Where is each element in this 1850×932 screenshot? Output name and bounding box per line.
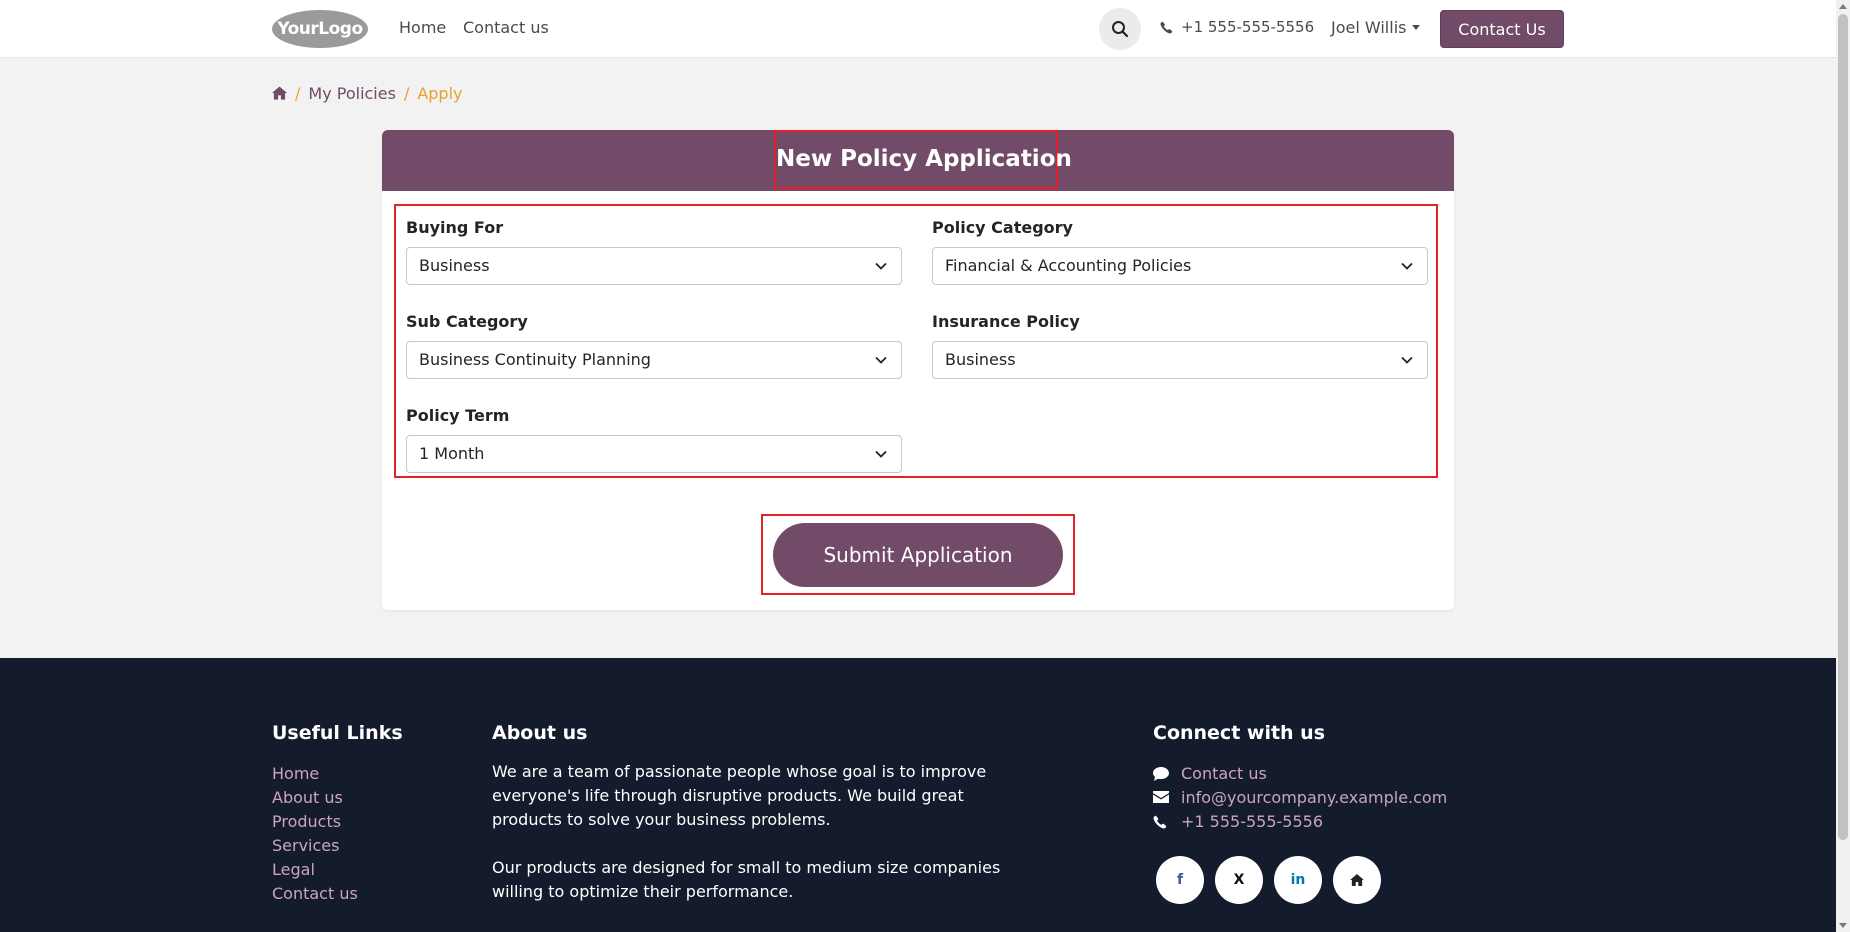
about-text-line: willing to optimize their performance. <box>492 882 794 901</box>
policy-term-select[interactable]: 1 Month <box>406 435 902 473</box>
x-twitter-button[interactable]: X <box>1215 856 1263 904</box>
linkedin-button[interactable]: in <box>1274 856 1322 904</box>
insurance-policy-select[interactable]: Business <box>932 341 1428 379</box>
buying-for-label: Buying For <box>406 218 504 237</box>
user-name: Joel Willis <box>1331 18 1407 37</box>
search-button[interactable] <box>1099 8 1141 50</box>
connect-heading: Connect with us <box>1153 722 1326 744</box>
caret-down-icon <box>1412 25 1421 30</box>
sub-category-select[interactable]: Business Continuity Planning <box>406 341 902 379</box>
policy-term-label: Policy Term <box>406 406 510 425</box>
submit-highlight: Submit Application <box>761 514 1075 595</box>
policy-category-select[interactable]: Financial & Accounting Policies <box>932 247 1428 285</box>
breadcrumb-my-policies[interactable]: My Policies <box>308 84 396 103</box>
footer-link-products[interactable]: Products <box>272 812 341 831</box>
facebook-button[interactable]: f <box>1156 856 1204 904</box>
comment-icon <box>1153 767 1169 781</box>
envelope-icon <box>1153 791 1169 803</box>
about-text-line: Our products are designed for small to m… <box>492 858 1001 877</box>
linkedin-icon: in <box>1290 872 1306 888</box>
nav-home-link[interactable]: Home <box>399 18 446 37</box>
breadcrumb: / My Policies / Apply <box>272 84 463 103</box>
scroll-down-arrow-icon[interactable] <box>1839 923 1847 928</box>
footer-link-home[interactable]: Home <box>272 764 319 783</box>
useful-links-heading: Useful Links <box>272 722 403 744</box>
footer-contact-link[interactable]: Contact us <box>1153 764 1353 786</box>
policy-category-value: Financial & Accounting Policies <box>945 256 1192 275</box>
about-heading: About us <box>492 722 588 744</box>
footer-phone-text: +1 555-555-5556 <box>1181 812 1324 831</box>
footer-link-about[interactable]: About us <box>272 788 343 807</box>
breadcrumb-separator: / <box>403 84 410 103</box>
page-title: New Policy Application <box>776 146 1072 172</box>
footer-phone-link[interactable]: +1 555-555-5556 <box>1153 812 1353 834</box>
about-text-line: We are a team of passionate people whose… <box>492 762 987 781</box>
footer-email-link[interactable]: info@yourcompany.example.com <box>1153 788 1453 810</box>
scrollbar-thumb[interactable] <box>1838 14 1848 840</box>
policy-term-value: 1 Month <box>419 444 485 463</box>
insurance-policy-value: Business <box>945 350 1016 369</box>
title-highlight: New Policy Application <box>774 130 1072 189</box>
chevron-down-icon <box>875 262 887 270</box>
home-icon <box>1350 874 1364 886</box>
chevron-down-icon <box>1401 356 1413 364</box>
footer-link-legal[interactable]: Legal <box>272 860 315 879</box>
footer-contact-text: Contact us <box>1181 764 1267 783</box>
x-twitter-icon: X <box>1233 872 1245 888</box>
top-navbar: YourLogo Home Contact us +1 555-555-5556… <box>0 0 1836 58</box>
nav-contact-link[interactable]: Contact us <box>463 18 549 37</box>
chevron-down-icon <box>1401 262 1413 270</box>
page-scrollbar[interactable] <box>1836 0 1850 932</box>
footer: Useful Links Home About us Products Serv… <box>0 658 1836 932</box>
buying-for-value: Business <box>419 256 490 275</box>
website-home-button[interactable] <box>1333 856 1381 904</box>
sub-category-value: Business Continuity Planning <box>419 350 651 369</box>
form-fields-highlight: Buying For Business Policy Category Fina… <box>394 204 1438 478</box>
phone-icon <box>1153 815 1167 829</box>
chevron-down-icon <box>875 356 887 364</box>
home-icon[interactable] <box>272 86 287 100</box>
footer-link-services[interactable]: Services <box>272 836 339 855</box>
scroll-up-arrow-icon[interactable] <box>1839 4 1847 9</box>
about-text-line: products to solve your business problems… <box>492 810 831 829</box>
footer-link-contact[interactable]: Contact us <box>272 884 358 903</box>
about-text-line: everyone's life through disruptive produ… <box>492 786 964 805</box>
phone-icon <box>1160 21 1173 34</box>
sub-category-label: Sub Category <box>406 312 528 331</box>
policy-category-label: Policy Category <box>932 218 1073 237</box>
breadcrumb-apply: Apply <box>417 84 463 103</box>
buying-for-select[interactable]: Business <box>406 247 902 285</box>
insurance-policy-label: Insurance Policy <box>932 312 1080 331</box>
card-header: New Policy Application <box>382 130 1454 191</box>
header-phone-text: +1 555-555-5556 <box>1181 18 1315 36</box>
facebook-icon: f <box>1176 872 1184 888</box>
logo[interactable]: YourLogo <box>272 10 368 48</box>
breadcrumb-separator: / <box>295 84 301 103</box>
header-phone[interactable]: +1 555-555-5556 <box>1160 18 1314 36</box>
footer-email-text: info@yourcompany.example.com <box>1181 788 1448 807</box>
submit-application-button[interactable]: Submit Application <box>773 523 1063 587</box>
policy-application-card: New Policy Application Buying For Busine… <box>382 130 1454 610</box>
search-icon <box>1112 21 1129 38</box>
contact-us-button[interactable]: Contact Us <box>1440 10 1564 48</box>
chevron-down-icon <box>875 450 887 458</box>
user-menu-dropdown[interactable]: Joel Willis <box>1331 18 1421 37</box>
